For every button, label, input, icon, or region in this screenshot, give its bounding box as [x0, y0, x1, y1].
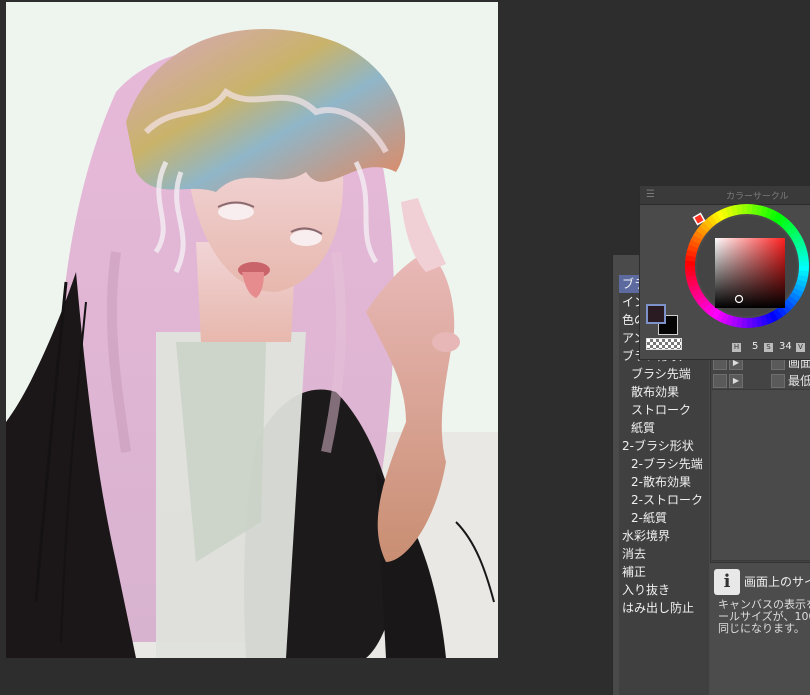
hamburger-icon[interactable]: ☰ — [646, 189, 655, 200]
checkbox[interactable] — [713, 374, 727, 388]
value-overlay — [715, 238, 785, 308]
category-item[interactable]: ストローク — [619, 401, 709, 419]
hue-ring-segment[interactable] — [798, 260, 809, 267]
hue-ring-segment[interactable] — [746, 317, 753, 328]
category-item[interactable]: 入り抜き — [619, 581, 709, 599]
v-icon: V — [796, 343, 805, 352]
category-item[interactable]: 補正 — [619, 563, 709, 581]
category-item[interactable]: 消去 — [619, 545, 709, 563]
value-2: 34 — [779, 341, 792, 352]
property-label-minimum: 最低 — [788, 374, 810, 388]
color-circle-palette: ☰ カラーサークル H 5 S 34 V — [639, 185, 810, 360]
category-item[interactable]: 2-紙質 — [619, 509, 709, 527]
info-text: キャンバスの表示を ールサイズが、100% 同じになります。 — [718, 598, 810, 635]
info-area: i 画面上のサイ キャンバスの表示を ールサイズが、100% 同じになります。 — [710, 562, 810, 695]
h-icon: H — [732, 343, 741, 352]
category-item[interactable]: ブラシ先端 — [619, 365, 709, 383]
palette-header[interactable]: ☰ カラーサークル — [640, 186, 810, 205]
s-icon: S — [764, 343, 773, 352]
category-item[interactable]: 2-散布効果 — [619, 473, 709, 491]
category-item[interactable]: 紙質 — [619, 419, 709, 437]
category-item[interactable]: 2-ブラシ形状 — [619, 437, 709, 455]
hue-ring-segment[interactable] — [741, 204, 748, 215]
hue-ring-segment[interactable] — [685, 265, 696, 272]
play-icon[interactable]: ▶ — [729, 374, 743, 388]
property-row-minimum: ▶ 最低 — [713, 373, 810, 389]
palette-title: カラーサークル — [726, 192, 789, 202]
category-item[interactable]: はみ出し防止 — [619, 599, 709, 617]
value-1: 5 — [752, 341, 759, 352]
info-title: 画面上のサイ — [744, 575, 810, 589]
transparent-color-swatch[interactable] — [646, 338, 682, 350]
checkbox[interactable] — [771, 374, 785, 388]
category-item[interactable]: 2-ストローク — [619, 491, 709, 509]
info-icon: i — [714, 569, 740, 595]
category-item[interactable]: 水彩境界 — [619, 527, 709, 545]
artwork-illustration — [6, 2, 498, 658]
drawing-canvas[interactable] — [6, 2, 498, 658]
foreground-color-swatch[interactable] — [646, 304, 666, 324]
property-box — [712, 389, 810, 561]
category-item[interactable]: 散布効果 — [619, 383, 709, 401]
category-item[interactable]: 2-ブラシ先端 — [619, 455, 709, 473]
